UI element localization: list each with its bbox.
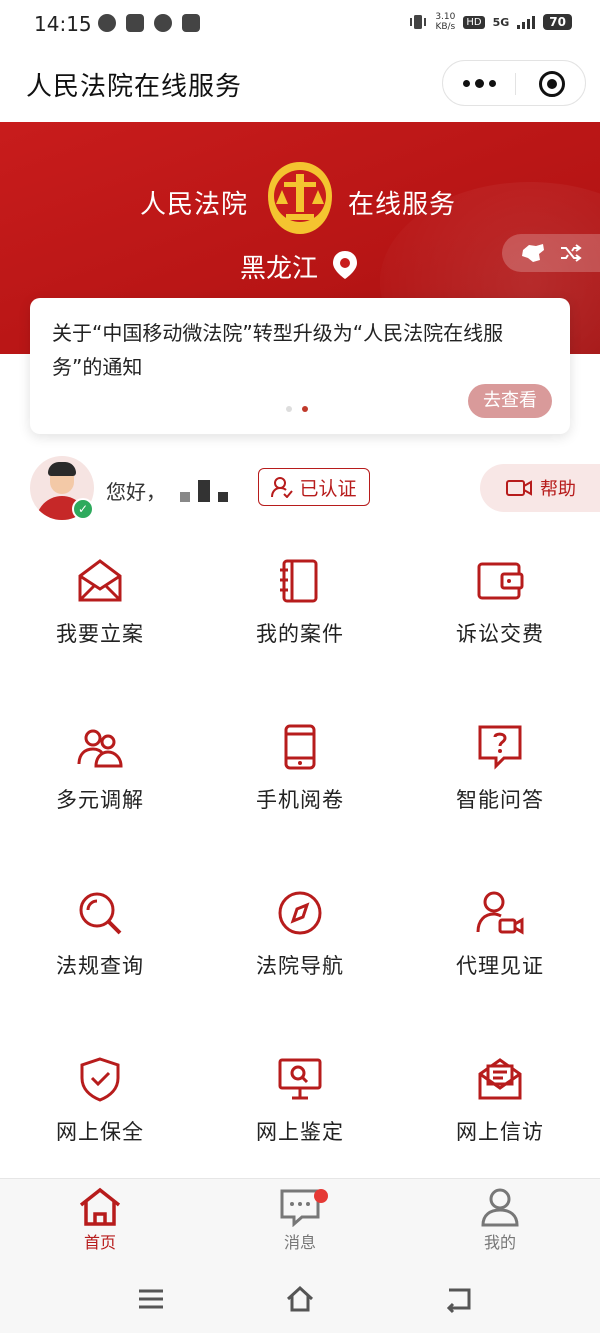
verified-check-icon: ✓	[72, 498, 94, 520]
home-icon	[79, 1187, 121, 1226]
service-pay-fees[interactable]: 诉讼交费	[400, 540, 600, 660]
service-proxy-witness[interactable]: 代理见证	[400, 872, 600, 992]
service-label: 智能问答	[456, 788, 544, 812]
masked-user-name	[180, 480, 228, 502]
service-label: 网上保全	[56, 1120, 144, 1144]
more-icon[interactable]	[463, 79, 496, 88]
vibrate-icon	[410, 15, 427, 29]
notification-icons	[98, 14, 200, 32]
service-court-navigation[interactable]: 法院导航	[200, 872, 400, 992]
service-online-appraisal[interactable]: 网上鉴定	[200, 1038, 400, 1158]
service-label: 手机阅卷	[256, 788, 344, 812]
speed-value: 3.10	[435, 12, 456, 22]
video-call-icon	[506, 480, 532, 496]
home-nav-icon[interactable]	[285, 1284, 315, 1314]
tiktok-icon	[182, 14, 200, 32]
notice-text: 关于“中国移动微法院”转型升级为“人民法院在线服务”的通知	[52, 321, 504, 379]
battery-icon: 70	[543, 14, 572, 30]
service-label: 法院导航	[256, 954, 344, 978]
china-map-icon	[522, 244, 544, 262]
hd-badge: HD	[463, 15, 485, 29]
compass-icon	[278, 891, 322, 935]
carousel-dot	[286, 406, 292, 412]
region-name[interactable]: 黑龙江	[240, 248, 318, 285]
tab-messages[interactable]: 消息	[240, 1187, 360, 1253]
service-smart-qa[interactable]: 智能问答	[400, 706, 600, 826]
tab-messages-label: 消息	[283, 1233, 316, 1252]
tab-home-label: 首页	[83, 1233, 116, 1252]
signal-icon	[517, 15, 536, 29]
help-label: 帮助	[540, 479, 576, 500]
carousel-dots	[286, 406, 308, 412]
menu-icon[interactable]	[136, 1284, 166, 1314]
notice-card[interactable]: 关于“中国移动微法院”转型升级为“人民法院在线服务”的通知 去查看	[30, 298, 570, 434]
service-law-search[interactable]: 法规查询	[0, 872, 200, 992]
service-label: 我要立案	[56, 622, 144, 646]
capsule-divider	[515, 73, 516, 95]
app-header: 人民法院在线服务	[0, 48, 600, 122]
tab-home[interactable]: 首页	[40, 1187, 160, 1253]
service-online-petition[interactable]: 网上信访	[400, 1038, 600, 1158]
phone-icon	[284, 724, 316, 770]
mail-open-icon	[478, 1058, 522, 1100]
unread-dot	[314, 1189, 328, 1203]
view-notice-button[interactable]: 去查看	[468, 384, 552, 418]
carousel-dot-active	[302, 406, 308, 412]
user-icon	[481, 1188, 519, 1227]
service-label: 法规查询	[56, 954, 144, 978]
network-type: 5G	[492, 15, 510, 29]
envelope-icon	[78, 559, 122, 602]
service-mobile-reading[interactable]: 手机阅卷	[200, 706, 400, 826]
certified-label: 已认证	[299, 477, 357, 500]
service-online-preservation[interactable]: 网上保全	[0, 1038, 200, 1158]
region-switch-button[interactable]	[502, 234, 600, 272]
speed-unit: KB/s	[435, 22, 456, 32]
user-video-icon	[476, 891, 524, 935]
service-label: 网上鉴定	[256, 1120, 344, 1144]
status-time: 14:15	[34, 12, 92, 36]
network-speed: 3.10 KB/s	[435, 12, 455, 32]
shield-check-icon	[80, 1057, 120, 1102]
service-label: 多元调解	[56, 788, 144, 812]
service-label: 诉讼交费	[456, 622, 544, 646]
tab-bar: 首页 消息 我的	[0, 1178, 600, 1268]
banner-title-right: 在线服务	[348, 190, 457, 220]
certified-badge[interactable]: 已认证	[258, 468, 370, 506]
compass-app-icon	[154, 14, 172, 32]
greeting-text: 您好，	[106, 480, 166, 504]
close-target-icon[interactable]	[539, 71, 565, 97]
service-mediation[interactable]: 多元调解	[0, 706, 200, 826]
monitor-search-icon	[278, 1058, 322, 1100]
system-nav-bar	[0, 1268, 600, 1333]
user-verified-icon	[271, 477, 294, 498]
page-title: 人民法院在线服务	[26, 72, 243, 102]
search-icon	[79, 892, 122, 935]
service-file-case[interactable]: 我要立案	[0, 540, 200, 660]
back-icon[interactable]	[444, 1284, 474, 1314]
user-row: ✓ 您好， 已认证 帮助	[0, 452, 600, 524]
shuffle-icon	[561, 244, 582, 262]
service-label: 代理见证	[456, 954, 544, 978]
people-icon	[77, 729, 123, 768]
service-my-cases[interactable]: 我的案件	[200, 540, 400, 660]
mail-icon	[126, 14, 144, 32]
service-label: 我的案件	[256, 622, 344, 646]
question-icon	[478, 725, 522, 770]
service-label: 网上信访	[456, 1120, 544, 1144]
wallet-icon	[477, 562, 524, 600]
wechat-icon	[98, 14, 116, 32]
case-file-icon	[280, 559, 318, 603]
tab-profile-label: 我的	[483, 1233, 516, 1252]
status-bar: 14:15 3.10 KB/s HD 5G 70	[0, 0, 600, 48]
court-emblem-icon	[268, 162, 332, 234]
tab-profile[interactable]: 我的	[440, 1187, 560, 1253]
mini-program-capsule	[442, 60, 586, 106]
status-right: 3.10 KB/s HD 5G 70	[409, 12, 572, 32]
location-pin-icon[interactable]	[332, 250, 358, 280]
banner-title-left: 人民法院	[140, 190, 249, 220]
help-button[interactable]: 帮助	[480, 464, 600, 512]
